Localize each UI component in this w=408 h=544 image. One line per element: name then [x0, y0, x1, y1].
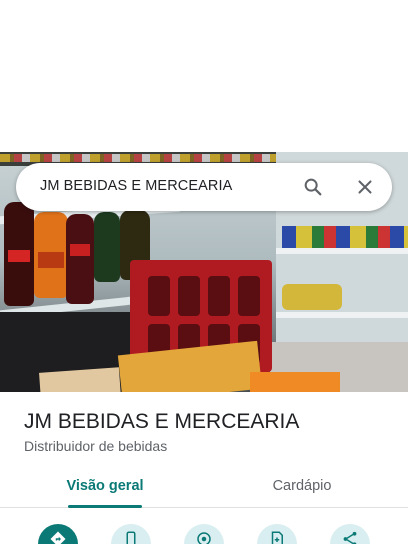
- photo-crate-slot: [208, 276, 230, 316]
- photo-bottle-label: [38, 252, 64, 268]
- nearby-button[interactable]: [184, 524, 224, 544]
- call-button[interactable]: [111, 524, 151, 544]
- top-blank-area: [0, 0, 408, 152]
- tab-bar: Visão geral Cardápio: [0, 466, 408, 508]
- photo-bottle: [66, 214, 94, 304]
- close-icon[interactable]: [354, 176, 376, 198]
- action-buttons: [0, 516, 408, 544]
- tab-selected-indicator: [68, 505, 142, 508]
- directions-icon: [50, 531, 66, 544]
- save-button[interactable]: [257, 524, 297, 544]
- photo-box: [250, 372, 340, 392]
- photo-crate-slot: [148, 276, 170, 316]
- phone-icon: [126, 531, 136, 544]
- photo-bottle-label: [70, 244, 90, 256]
- photo-crate-slot: [178, 276, 200, 316]
- photo-bottle-label: [8, 250, 30, 262]
- tab-menu[interactable]: Cardápio: [250, 466, 354, 508]
- photo-shelf: [276, 248, 408, 254]
- save-icon: [271, 531, 283, 544]
- search-query[interactable]: JM BEBIDAS E MERCEARIA: [40, 178, 232, 194]
- photo-snacks: [282, 284, 342, 310]
- photo-bottle: [94, 212, 120, 282]
- tab-overview[interactable]: Visão geral: [52, 466, 158, 508]
- photo-box: [39, 367, 121, 392]
- place-category[interactable]: Distribuidor de bebidas: [24, 438, 167, 454]
- photo-shelf: [276, 312, 408, 318]
- directions-button[interactable]: [38, 524, 78, 544]
- photo-snacks: [282, 226, 408, 248]
- place-title: JM BEBIDAS E MERCEARIA: [24, 410, 300, 433]
- search-icon[interactable]: [302, 176, 324, 198]
- photo-crate-slot: [238, 276, 260, 316]
- share-icon: [343, 531, 357, 544]
- location-icon: [197, 532, 211, 544]
- share-button[interactable]: [330, 524, 370, 544]
- search-bar[interactable]: JM BEBIDAS E MERCEARIA: [16, 163, 392, 211]
